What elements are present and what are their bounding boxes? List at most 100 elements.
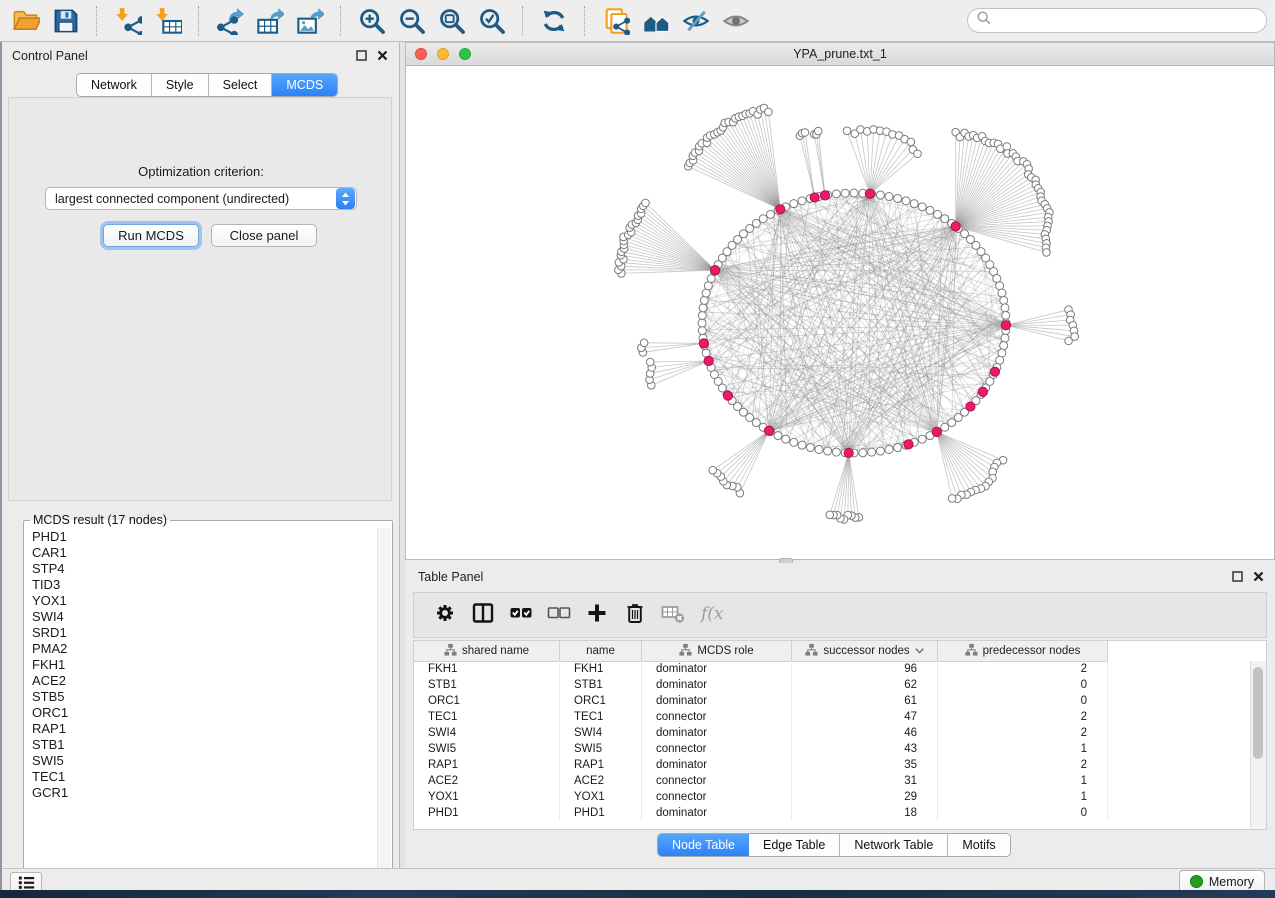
- mcds-result-item[interactable]: SWI4: [32, 609, 376, 625]
- hide-selected-button[interactable]: [676, 4, 716, 38]
- leaf-node[interactable]: [914, 150, 922, 158]
- float-table-panel-button[interactable]: [1231, 570, 1244, 583]
- column-header-shared-name[interactable]: shared name: [414, 641, 560, 661]
- leaf-node[interactable]: [826, 511, 834, 519]
- network-node[interactable]: [918, 435, 926, 443]
- mcds-result-item[interactable]: SWI5: [32, 753, 376, 769]
- zoom-selected-button[interactable]: [472, 4, 512, 38]
- dominator-node[interactable]: [704, 356, 713, 365]
- mcds-result-item[interactable]: RAP1: [32, 721, 376, 737]
- dominator-node[interactable]: [932, 427, 941, 436]
- tab-motifs[interactable]: Motifs: [948, 834, 1009, 856]
- network-node[interactable]: [790, 438, 798, 446]
- tab-edge-table[interactable]: Edge Table: [749, 834, 840, 856]
- dominator-node[interactable]: [951, 222, 960, 231]
- table-row[interactable]: PHD1PHD1dominator180: [414, 805, 1251, 821]
- tab-network[interactable]: Network: [77, 74, 152, 96]
- dominator-node[interactable]: [723, 391, 732, 400]
- optimization-criterion-dropdown[interactable]: largest connected component (undirected): [45, 187, 357, 210]
- network-node[interactable]: [774, 432, 782, 440]
- run-mcds-button[interactable]: Run MCDS: [103, 224, 199, 247]
- dominator-node[interactable]: [1001, 321, 1010, 330]
- leaf-node[interactable]: [907, 138, 915, 146]
- network-node[interactable]: [941, 423, 949, 431]
- dominator-node[interactable]: [990, 367, 999, 376]
- delete-entry-button[interactable]: [616, 597, 654, 633]
- import-table-button[interactable]: [148, 4, 188, 38]
- float-panel-button[interactable]: [355, 49, 368, 62]
- network-node[interactable]: [910, 200, 918, 208]
- tab-node-table[interactable]: Node Table: [658, 834, 749, 856]
- network-node[interactable]: [885, 193, 893, 201]
- open-file-button[interactable]: [6, 4, 46, 38]
- search-box[interactable]: [967, 8, 1267, 33]
- network-window-titlebar[interactable]: YPA_prune.txt_1: [406, 43, 1274, 66]
- leaf-node[interactable]: [1043, 249, 1051, 257]
- mcds-result-item[interactable]: STB5: [32, 689, 376, 705]
- mcds-result-item[interactable]: ORC1: [32, 705, 376, 721]
- dominator-node[interactable]: [810, 193, 819, 202]
- table-row[interactable]: FKH1FKH1dominator962: [414, 661, 1251, 677]
- network-node[interactable]: [798, 197, 806, 205]
- network-node[interactable]: [1001, 334, 1009, 342]
- delete-table-button[interactable]: [654, 597, 692, 633]
- network-node[interactable]: [798, 441, 806, 449]
- network-node[interactable]: [815, 445, 823, 453]
- leaf-node[interactable]: [1065, 337, 1073, 345]
- network-node[interactable]: [948, 419, 956, 427]
- deselect-all-button[interactable]: [540, 597, 578, 633]
- column-header-name[interactable]: name: [560, 641, 642, 661]
- zoom-out-button[interactable]: [392, 4, 432, 38]
- network-node[interactable]: [996, 282, 1004, 290]
- leaf-node[interactable]: [709, 466, 717, 474]
- network-node[interactable]: [941, 215, 949, 223]
- leaf-node[interactable]: [1003, 143, 1011, 151]
- dominator-node[interactable]: [844, 448, 853, 457]
- network-node[interactable]: [850, 189, 858, 197]
- network-node[interactable]: [699, 304, 707, 312]
- network-node[interactable]: [841, 189, 849, 197]
- network-node[interactable]: [752, 219, 760, 227]
- leaf-node[interactable]: [843, 127, 851, 135]
- table-row[interactable]: YOX1YOX1connector291: [414, 789, 1251, 805]
- network-node[interactable]: [1001, 304, 1009, 312]
- mcds-result-item[interactable]: TID3: [32, 577, 376, 593]
- table-row[interactable]: STB1STB1dominator620: [414, 677, 1251, 693]
- mcds-result-item[interactable]: STP4: [32, 561, 376, 577]
- network-node[interactable]: [698, 319, 706, 327]
- network-node[interactable]: [766, 210, 774, 218]
- network-node[interactable]: [885, 445, 893, 453]
- table-scrollbar[interactable]: [1250, 661, 1266, 829]
- network-canvas[interactable]: [407, 65, 1273, 559]
- dominator-node[interactable]: [966, 402, 975, 411]
- network-node[interactable]: [824, 447, 832, 455]
- search-input[interactable]: [997, 13, 1258, 29]
- column-header-predecessor-nodes[interactable]: predecessor nodes: [938, 641, 1108, 661]
- export-table-button[interactable]: [250, 4, 290, 38]
- table-row[interactable]: TEC1TEC1connector472: [414, 709, 1251, 725]
- network-node[interactable]: [894, 444, 902, 452]
- network-node[interactable]: [700, 296, 708, 304]
- leaf-node[interactable]: [642, 199, 650, 207]
- table-row[interactable]: RAP1RAP1dominator352: [414, 757, 1251, 773]
- mcds-result-item[interactable]: TEC1: [32, 769, 376, 785]
- network-node[interactable]: [998, 289, 1006, 297]
- network-node[interactable]: [698, 311, 706, 319]
- network-node[interactable]: [782, 435, 790, 443]
- column-header-successor-nodes[interactable]: successor nodes: [792, 641, 938, 661]
- network-node[interactable]: [918, 203, 926, 211]
- table-scrollbar-thumb[interactable]: [1253, 667, 1263, 759]
- network-node[interactable]: [832, 190, 840, 198]
- mcds-result-scrollbar[interactable]: [377, 528, 391, 883]
- network-node[interactable]: [702, 349, 710, 357]
- dominator-node[interactable]: [699, 339, 708, 348]
- network-node[interactable]: [790, 200, 798, 208]
- network-node[interactable]: [902, 197, 910, 205]
- leaf-node[interactable]: [801, 129, 809, 137]
- function-builder-button[interactable]: f(x): [692, 597, 730, 633]
- dominator-node[interactable]: [865, 189, 874, 198]
- tab-style[interactable]: Style: [152, 74, 209, 96]
- refresh-view-button[interactable]: [534, 4, 574, 38]
- dominator-node[interactable]: [764, 426, 773, 435]
- mcds-result-item[interactable]: SRD1: [32, 625, 376, 641]
